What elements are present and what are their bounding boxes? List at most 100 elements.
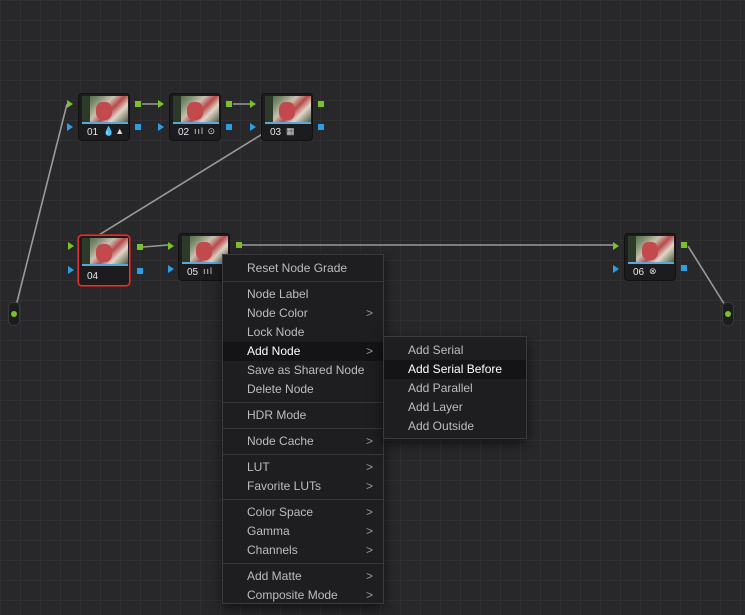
source-input-endcap[interactable] [8,302,20,326]
node-01-key-input[interactable] [67,123,73,131]
menu-item-gamma[interactable]: Gamma > [223,522,383,541]
node-02-key-output[interactable] [226,124,232,130]
node-06-label: 06 [633,267,645,278]
node-04-key-output[interactable] [137,268,143,274]
chevron-right-icon: > [365,344,373,358]
node-01-rgb-input[interactable] [67,100,73,108]
menu-item-node-cache[interactable]: Node Cache > [223,432,383,451]
submenu-item-add-parallel[interactable]: Add Parallel [384,379,526,398]
submenu-item-add-serial-before[interactable]: Add Serial Before [384,360,526,379]
node-06-key-input[interactable] [613,265,619,273]
menu-separator [223,281,383,282]
menu-item-add-matte[interactable]: Add Matte > [223,567,383,586]
node-01-key-output[interactable] [135,124,141,130]
menu-item-label: Favorite LUTs [247,479,322,493]
connection-04-to-05 [142,244,169,248]
node-04-key-input[interactable] [68,266,74,274]
node-05-key-input[interactable] [168,265,174,273]
node-02[interactable]: 02 ııl ⊙ [169,93,221,141]
output-input-dot[interactable] [725,311,731,317]
node-03-key-output[interactable] [318,124,324,130]
node-03-bar [265,122,311,124]
node-03-rgb-input[interactable] [250,100,256,108]
menu-item-label: Composite Mode [247,588,338,602]
menu-item-label: Node Color [247,306,308,320]
menu-item-favorite-luts[interactable]: Favorite LUTs > [223,477,383,496]
menu-item-color-space[interactable]: Color Space > [223,503,383,522]
menu-separator [223,402,383,403]
menu-item-lut[interactable]: LUT > [223,458,383,477]
menu-item-label: Add Outside [408,419,475,433]
node-02-label: 02 [178,127,190,138]
chevron-right-icon: > [365,588,373,602]
node-06-rgb-output[interactable] [681,242,687,248]
menu-item-node-label[interactable]: Node Label [223,285,383,304]
node-context-menu: Reset Node Grade Node Label Node Color > … [222,254,384,604]
node-01-rgb-output[interactable] [135,101,141,107]
node-05-tool-icons: ııl [203,266,214,276]
menu-separator [223,499,383,500]
node-04[interactable]: 04 [78,235,130,286]
node-04-thumbnail [82,238,128,264]
menu-item-label: Color Space [247,505,314,519]
menu-item-hdr-mode[interactable]: HDR Mode [223,406,383,425]
menu-item-label: Reset Node Grade [247,261,348,275]
node-01[interactable]: 01 💧▲ [78,93,130,141]
menu-item-label: Node Cache [247,434,314,448]
node-03-tool-icons: ▦ [286,126,296,136]
menu-item-channels[interactable]: Channels > [223,541,383,560]
chevron-right-icon: > [365,460,373,474]
node-04-rgb-input[interactable] [68,242,74,250]
chevron-right-icon: > [365,505,373,519]
node-02-tool-icons: ııl ⊙ [194,126,217,136]
node-02-bar [173,122,219,124]
menu-item-lock-node[interactable]: Lock Node [223,323,383,342]
chevron-right-icon: > [365,569,373,583]
node-03-key-input[interactable] [250,123,256,131]
menu-item-label: Add Parallel [408,381,473,395]
connection-03-to-04 [93,132,265,239]
node-03[interactable]: 03 ▦ [261,93,313,141]
menu-item-label: LUT [247,460,270,474]
node-06-tool-icons: ⊗ [649,266,658,276]
node-03-label: 03 [270,127,282,138]
node-02-rgb-output[interactable] [226,101,232,107]
node-05-rgb-output[interactable] [236,242,242,248]
node-02-rgb-input[interactable] [158,100,164,108]
node-01-label: 01 [87,127,99,138]
chevron-right-icon: > [365,543,373,557]
submenu-item-add-layer[interactable]: Add Layer [384,398,526,417]
node-tree-output-endcap[interactable] [722,302,734,326]
add-node-submenu: Add Serial Add Serial Before Add Paralle… [383,336,527,439]
node-03-rgb-output[interactable] [318,101,324,107]
node-04-rgb-output[interactable] [137,244,143,250]
menu-item-delete-node[interactable]: Delete Node [223,380,383,399]
menu-item-label: Channels [247,543,298,557]
menu-item-save-as-shared-node[interactable]: Save as Shared Node [223,361,383,380]
node-01-thumbnail [82,96,128,122]
menu-item-label: Delete Node [247,382,314,396]
node-03-thumbnail [265,96,311,122]
node-02-key-input[interactable] [158,123,164,131]
connection-06-to-output [687,245,729,311]
connection-source-to-01 [14,103,68,311]
node-06[interactable]: 06 ⊗ [624,233,676,281]
menu-item-label: Add Layer [408,400,463,414]
submenu-item-add-serial[interactable]: Add Serial [384,341,526,360]
node-06-key-output[interactable] [681,265,687,271]
node-01-tool-icons: 💧▲ [103,126,126,136]
menu-item-composite-mode[interactable]: Composite Mode > [223,586,383,605]
submenu-item-add-outside[interactable]: Add Outside [384,417,526,436]
menu-separator [223,428,383,429]
menu-item-label: HDR Mode [247,408,307,422]
node-05-rgb-input[interactable] [168,242,174,250]
node-06-rgb-input[interactable] [613,242,619,250]
menu-item-node-color[interactable]: Node Color > [223,304,383,323]
source-output-dot[interactable] [11,311,17,317]
node-05-label: 05 [187,267,199,278]
node-04-bar [82,264,128,266]
menu-separator [223,454,383,455]
menu-item-reset-node-grade[interactable]: Reset Node Grade [223,259,383,278]
menu-item-add-node[interactable]: Add Node > [223,342,383,361]
chevron-right-icon: > [365,524,373,538]
